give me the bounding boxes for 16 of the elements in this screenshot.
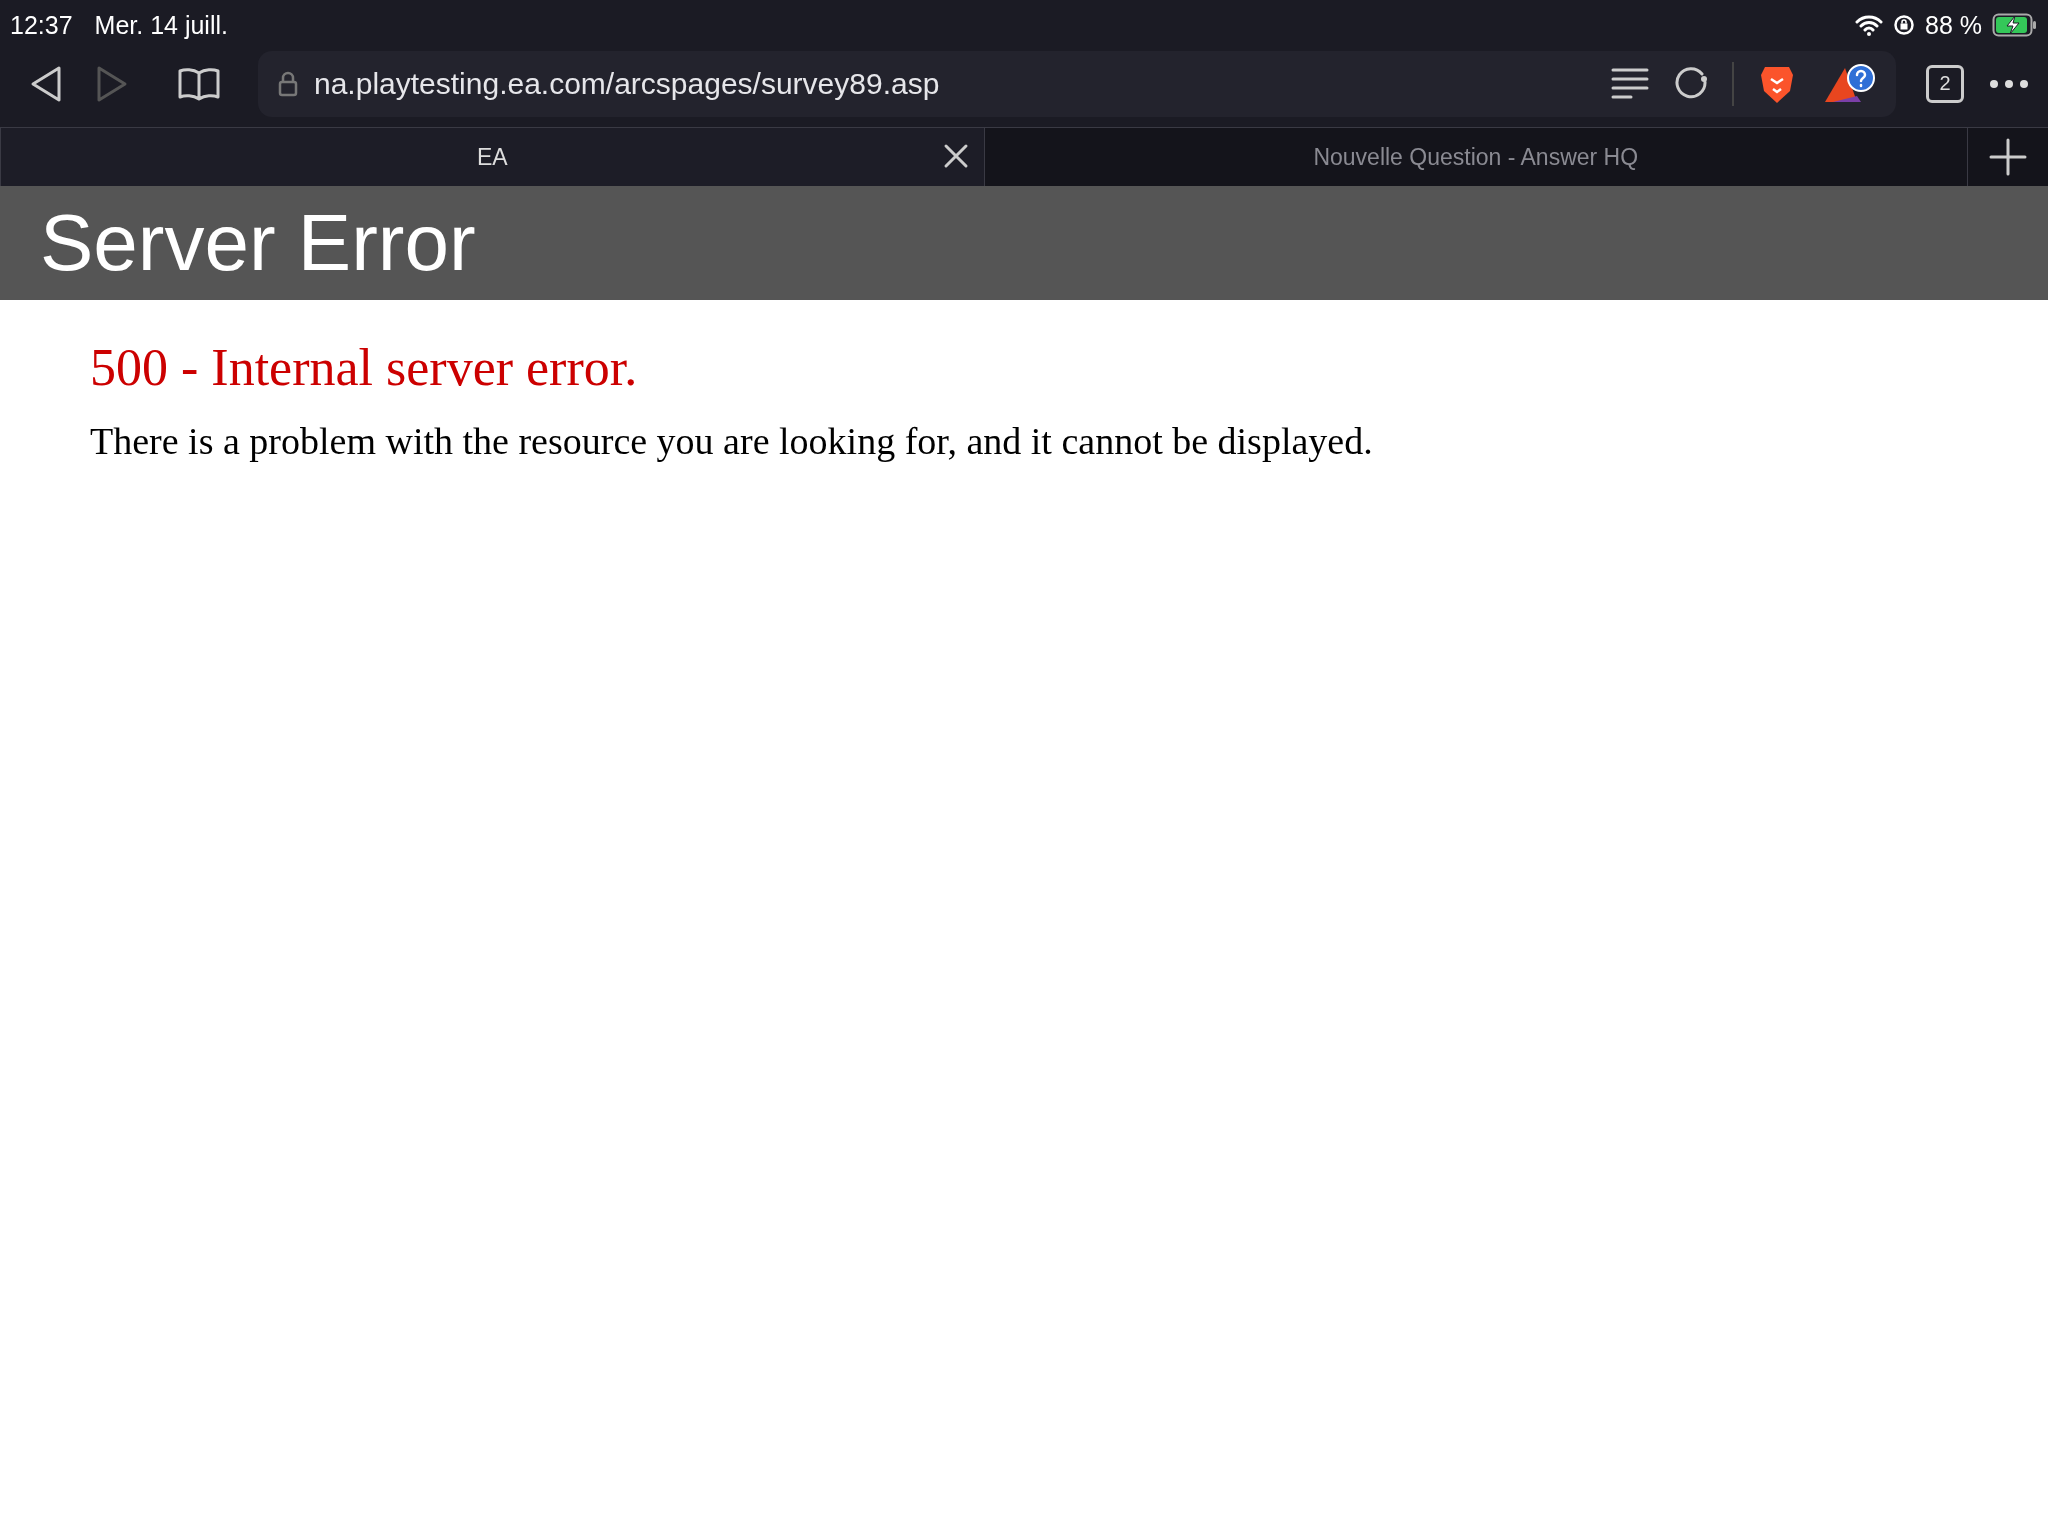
error-message: There is a problem with the resource you are looking for, and it cannot be displayed.	[90, 419, 1374, 463]
battery-charging-icon	[1992, 13, 2038, 37]
tab-count-button[interactable]: 2	[1926, 64, 1964, 103]
more-icon	[1989, 78, 2029, 89]
browser-tab[interactable]: EA	[0, 128, 985, 186]
lock-icon	[278, 70, 298, 97]
page-title: Server Error	[40, 197, 476, 289]
status-time: 12:37	[10, 10, 73, 40]
address-bar[interactable]: na.playtesting.ea.com/arcspages/survey89.asp	[258, 50, 1896, 117]
plus-icon	[1988, 137, 2028, 177]
wifi-icon	[1855, 14, 1883, 36]
battery-percent: 88 %	[1925, 10, 1982, 40]
rotation-lock-icon	[1893, 14, 1915, 36]
status-date: Mer. 14 juill.	[94, 10, 228, 40]
error-heading: 500 - Internal server error.	[90, 338, 639, 397]
book-icon	[177, 66, 221, 101]
